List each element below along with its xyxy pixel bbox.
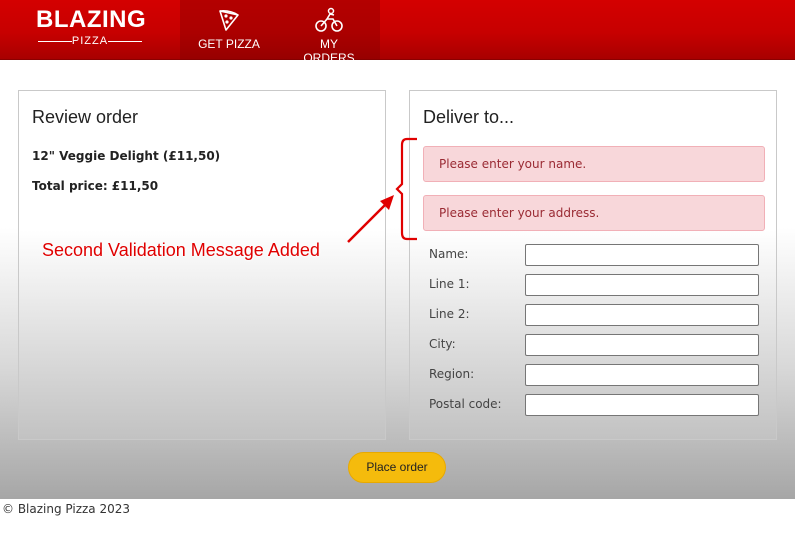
review-order-title: Review order: [32, 107, 139, 127]
nav-my-orders[interactable]: MY ORDERS: [294, 0, 364, 65]
line2-label: Line 2:: [429, 307, 470, 321]
footer-copyright: © Blazing Pizza 2023: [2, 502, 131, 516]
city-input[interactable]: [525, 334, 759, 356]
name-input[interactable]: [525, 244, 759, 266]
total-price: Total price: £11,50: [32, 179, 159, 193]
line2-input[interactable]: [525, 304, 759, 326]
main-content: Review order 12" Veggie Delight (£11,50)…: [0, 61, 795, 499]
logo-sub-text: PIZZA: [36, 34, 144, 48]
review-order-panel: Review order 12" Veggie Delight (£11,50)…: [18, 90, 386, 440]
line1-label: Line 1:: [429, 277, 470, 291]
pizza-slice-icon: [219, 10, 239, 31]
nav-get-pizza-label: GET PIZZA: [198, 37, 260, 51]
deliver-to-title: Deliver to...: [423, 107, 515, 127]
place-order-button[interactable]: Place order: [348, 452, 446, 483]
validation-message-name: Please enter your name.: [423, 146, 765, 182]
top-bar: BLAZING PIZZA GET PIZZA MY ORDERS: [0, 0, 795, 65]
region-input[interactable]: [525, 364, 759, 386]
nav-get-pizza[interactable]: GET PIZZA: [195, 0, 263, 60]
annotation-label: Second Validation Message Added: [42, 240, 320, 260]
postal-code-input[interactable]: [525, 394, 759, 416]
name-label: Name:: [429, 247, 469, 261]
order-item: 12" Veggie Delight (£11,50): [32, 149, 221, 163]
region-label: Region:: [429, 367, 475, 381]
blazing-pizza-logo[interactable]: BLAZING PIZZA: [36, 6, 147, 52]
line1-input[interactable]: [525, 274, 759, 296]
logo-main-text: BLAZING: [36, 6, 147, 33]
postal-code-label: Postal code:: [429, 397, 502, 411]
city-label: City:: [429, 337, 456, 351]
motorbike-icon: [315, 7, 343, 32]
deliver-to-panel: Deliver to... Please enter your name. Pl…: [409, 90, 777, 440]
validation-message-address: Please enter your address.: [423, 195, 765, 231]
